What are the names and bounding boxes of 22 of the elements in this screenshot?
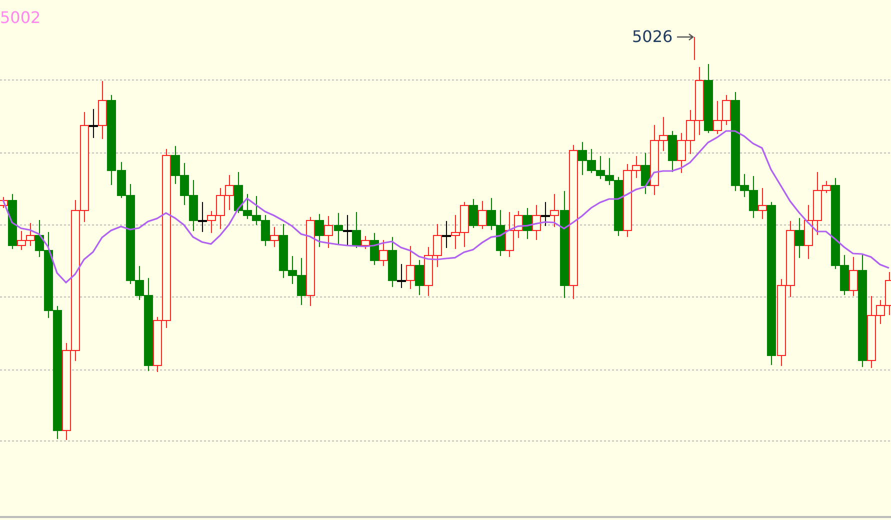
peak-wick-line [694, 36, 695, 60]
candlestick [324, 216, 333, 248]
peak-price-label: 5026 [632, 28, 673, 46]
candlestick [496, 210, 505, 256]
candlestick [334, 212, 343, 244]
candlestick [451, 214, 460, 250]
candlestick [587, 148, 596, 174]
candlestick [180, 162, 189, 206]
arrow-icon [677, 32, 695, 42]
candlestick [677, 132, 686, 174]
candlestick [415, 260, 424, 296]
candlestick [487, 198, 496, 230]
candlestick [804, 204, 813, 260]
candlestick [424, 246, 433, 296]
candlestick [225, 174, 234, 210]
candlestick [343, 214, 352, 246]
candlestick [478, 200, 487, 230]
candlestick [523, 208, 532, 240]
candlestick [668, 130, 677, 172]
candlestick [596, 156, 605, 180]
moving-average-label: 5002 [0, 9, 41, 27]
candlestick [252, 196, 261, 226]
